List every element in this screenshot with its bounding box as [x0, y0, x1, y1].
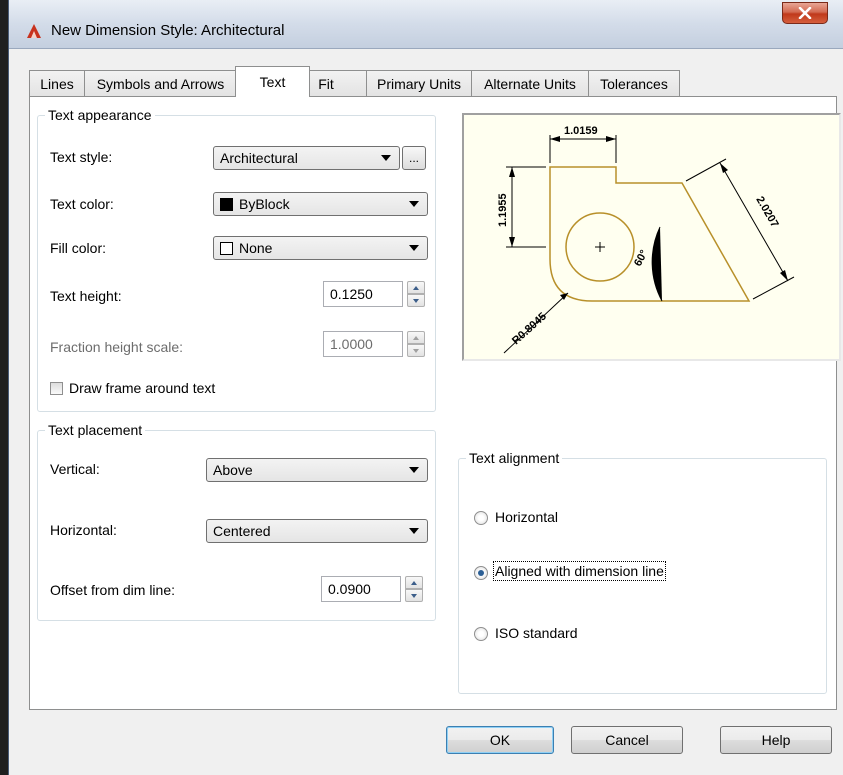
- dimension-preview-drawing: 1.0159 1.1955 2.0207 60° R0.8045: [497, 125, 795, 354]
- color-swatch-icon: [220, 241, 233, 255]
- dialog-window: New Dimension Style: Architectural Lines…: [8, 0, 843, 775]
- fraction-height-scale-label: Fraction height scale:: [50, 339, 184, 355]
- preview-label-radius: R0.8045: [510, 310, 549, 347]
- spin-down-button[interactable]: [405, 589, 423, 602]
- dimension-preview: 1.0159 1.1955 2.0207 60° R0.8045: [462, 113, 841, 361]
- text-color-label: Text color:: [50, 196, 114, 212]
- text-appearance-title: Text appearance: [45, 107, 155, 123]
- triangle-down-icon: [411, 593, 417, 598]
- preview-center-mark: [595, 242, 605, 252]
- fraction-height-scale-input: 1.0000: [323, 331, 403, 357]
- offset-label: Offset from dim line:: [50, 582, 176, 598]
- tab-symbols-and-arrows[interactable]: Symbols and Arrows: [84, 70, 237, 96]
- draw-frame-checkbox[interactable]: [50, 382, 63, 395]
- preview-label-angle: 60°: [632, 248, 650, 268]
- horizontal-label: Horizontal:: [50, 522, 117, 538]
- title-bar[interactable]: New Dimension Style: Architectural: [9, 0, 843, 49]
- text-placement-title: Text placement: [45, 422, 146, 438]
- text-style-dropdown[interactable]: Architectural: [213, 146, 400, 170]
- tab-primary-units[interactable]: Primary Units: [366, 70, 472, 96]
- triangle-up-icon: [413, 335, 419, 340]
- text-height-input[interactable]: 0.1250: [323, 281, 403, 307]
- text-color-dropdown[interactable]: ByBlock: [213, 192, 428, 216]
- fill-color-label: Fill color:: [50, 240, 107, 256]
- vertical-dropdown[interactable]: Above: [206, 458, 428, 482]
- text-alignment-group: Text alignment Horizontal Aligned with d…: [458, 450, 827, 694]
- radio-iso-standard-label[interactable]: ISO standard: [495, 625, 578, 641]
- text-color-value: ByBlock: [239, 196, 290, 212]
- ok-button[interactable]: OK: [446, 726, 554, 754]
- radio-iso-standard[interactable]: [474, 627, 488, 641]
- tab-text[interactable]: Text: [235, 66, 310, 97]
- preview-label-height: 1.1955: [497, 193, 509, 227]
- text-height-spinner[interactable]: [407, 281, 425, 307]
- radio-aligned[interactable]: [474, 566, 488, 580]
- text-style-browse-button[interactable]: ...: [402, 146, 426, 170]
- text-style-label: Text style:: [50, 149, 113, 165]
- tab-tolerances[interactable]: Tolerances: [588, 70, 680, 96]
- chevron-down-icon: [381, 155, 391, 161]
- help-button[interactable]: Help: [720, 726, 832, 754]
- triangle-down-icon: [413, 298, 419, 303]
- spin-up-button[interactable]: [405, 576, 423, 589]
- triangle-up-icon: [413, 285, 419, 290]
- chevron-down-icon: [409, 201, 419, 207]
- radio-aligned-label[interactable]: Aligned with dimension line: [493, 561, 666, 581]
- tab-fit[interactable]: Fit: [309, 70, 367, 96]
- text-alignment-title: Text alignment: [466, 450, 563, 466]
- chevron-down-icon: [409, 467, 419, 473]
- tab-lines[interactable]: Lines: [29, 70, 85, 96]
- radio-selected-dot: [478, 570, 484, 576]
- offset-input[interactable]: 0.0900: [321, 576, 401, 602]
- text-style-value: Architectural: [220, 150, 298, 166]
- tab-alternate-units[interactable]: Alternate Units: [471, 70, 589, 96]
- radio-horizontal-label[interactable]: Horizontal: [495, 509, 558, 525]
- fill-color-value: None: [239, 240, 273, 256]
- fraction-height-scale-spinner: [407, 331, 425, 357]
- window-title: New Dimension Style: Architectural: [51, 22, 285, 39]
- draw-frame-label[interactable]: Draw frame around text: [69, 380, 215, 396]
- spin-down-button: [407, 344, 425, 357]
- triangle-down-icon: [413, 348, 419, 353]
- radio-horizontal[interactable]: [474, 511, 488, 525]
- horizontal-value: Centered: [213, 523, 271, 539]
- fill-color-dropdown[interactable]: None: [213, 236, 428, 260]
- text-placement-group: Text placement Vertical: Above Horizonta…: [37, 422, 436, 621]
- close-button[interactable]: [782, 2, 828, 24]
- close-icon: [798, 7, 812, 19]
- chevron-down-icon: [409, 245, 419, 251]
- spin-up-button: [407, 331, 425, 344]
- spin-up-button[interactable]: [407, 281, 425, 294]
- text-height-label: Text height:: [50, 288, 122, 304]
- vertical-label: Vertical:: [50, 461, 100, 477]
- cancel-button[interactable]: Cancel: [571, 726, 683, 754]
- tab-fit-label: Fit: [318, 75, 334, 92]
- horizontal-dropdown[interactable]: Centered: [206, 519, 428, 543]
- color-swatch-icon: [220, 197, 233, 211]
- offset-spinner[interactable]: [405, 576, 423, 602]
- triangle-up-icon: [411, 580, 417, 585]
- vertical-value: Above: [213, 462, 253, 478]
- preview-label-width: 1.0159: [564, 125, 598, 137]
- chevron-down-icon: [409, 528, 419, 534]
- preview-label-diagonal: 2.0207: [753, 195, 780, 230]
- text-tab-panel: Text appearance Text style: Architectura…: [29, 96, 841, 710]
- text-appearance-group: Text appearance Text style: Architectura…: [37, 107, 436, 412]
- spin-down-button[interactable]: [407, 294, 425, 307]
- autocad-app-icon: [27, 24, 41, 38]
- preview-part-outline: [549, 166, 751, 302]
